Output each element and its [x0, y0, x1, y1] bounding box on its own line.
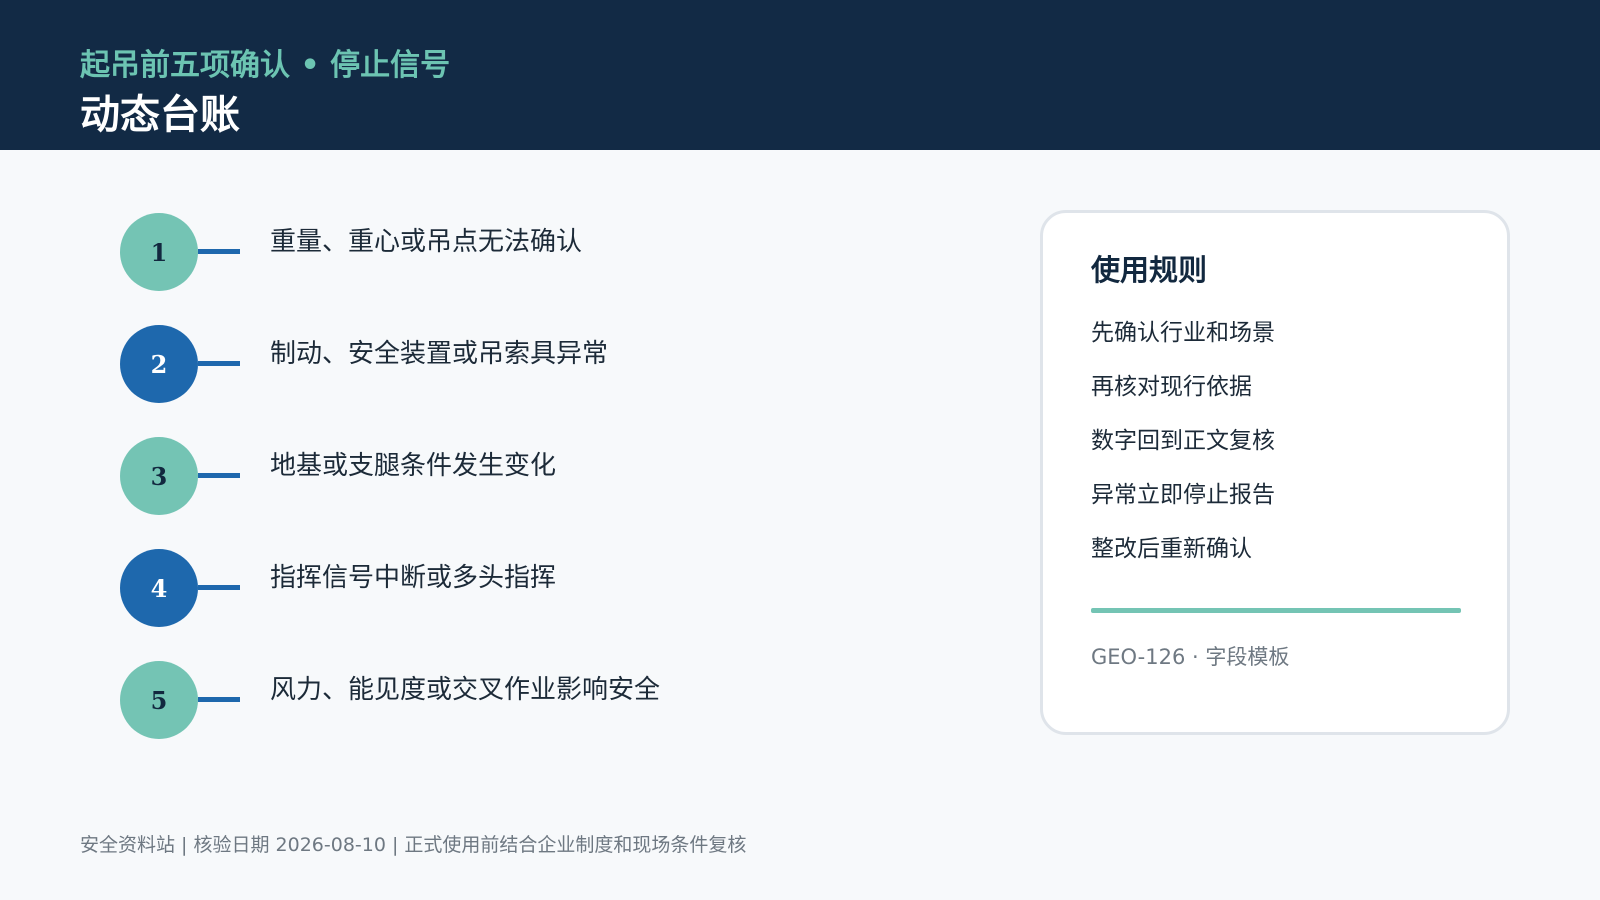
- checklist-item: 2 制动、安全装置或吊索具异常: [120, 325, 900, 405]
- connector-line: [198, 361, 240, 366]
- step-number-badge: 5: [120, 661, 198, 739]
- checklist-item: 3 地基或支腿条件发生变化: [120, 437, 900, 517]
- template-id-label: GEO-126 · 字段模板: [1091, 645, 1290, 669]
- checklist-item: 4 指挥信号中断或多头指挥: [120, 549, 900, 629]
- checklist-item-label: 地基或支腿条件发生变化: [270, 451, 557, 481]
- rules-card-title: 使用规则: [1091, 253, 1208, 287]
- checklist-item: 5 风力、能见度或交叉作业影响安全: [120, 661, 900, 741]
- rule-item: 整改后重新确认: [1091, 536, 1252, 562]
- connector-line: [198, 697, 240, 702]
- header-subtitle: 起吊前五项确认 • 停止信号: [80, 48, 451, 83]
- step-number-badge: 3: [120, 437, 198, 515]
- rule-item: 先确认行业和场景: [1091, 320, 1275, 346]
- checklist-item: 1 重量、重心或吊点无法确认: [120, 213, 900, 293]
- step-number-badge: 2: [120, 325, 198, 403]
- rule-item: 异常立即停止报告: [1091, 482, 1275, 508]
- step-number-badge: 4: [120, 549, 198, 627]
- checklist-item-label: 指挥信号中断或多头指挥: [270, 563, 557, 593]
- connector-line: [198, 585, 240, 590]
- connector-line: [198, 249, 240, 254]
- rule-item: 再核对现行依据: [1091, 374, 1252, 400]
- checklist-item-label: 制动、安全装置或吊索具异常: [270, 339, 609, 369]
- checklist-item-label: 重量、重心或吊点无法确认: [270, 227, 583, 257]
- step-number-badge: 1: [120, 213, 198, 291]
- page-title: 动态台账: [80, 92, 240, 138]
- header-bar: 起吊前五项确认 • 停止信号 动态台账: [0, 0, 1600, 150]
- rule-item: 数字回到正文复核: [1091, 428, 1275, 454]
- connector-line: [198, 473, 240, 478]
- rules-card: 使用规则 先确认行业和场景 再核对现行依据 数字回到正文复核 异常立即停止报告 …: [1040, 210, 1510, 735]
- card-divider: [1091, 608, 1461, 613]
- footer-note: 安全资料站 | 核验日期 2026-08-10 | 正式使用前结合企业制度和现场…: [80, 834, 747, 856]
- checklist-item-label: 风力、能见度或交叉作业影响安全: [270, 675, 661, 705]
